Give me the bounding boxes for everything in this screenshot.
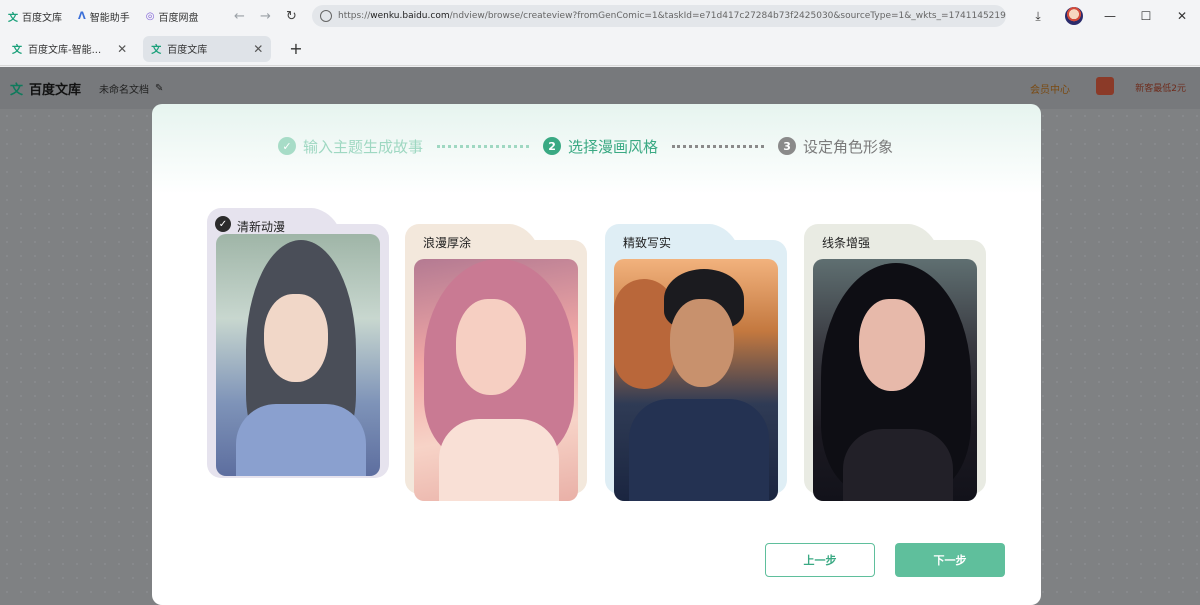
browser-toolbar: 文 百度文库 ᐱ 智能助手 ◎ 百度网盘 ← → ↻ https://wenku… <box>0 0 1200 32</box>
previous-step-button[interactable]: 上一步 <box>765 543 875 577</box>
assistant-icon: ᐱ <box>78 10 86 22</box>
promo-label[interactable]: 新客最低2元 <box>1135 81 1186 94</box>
style-card-line-enhanced[interactable]: 线条增强 <box>804 224 986 501</box>
step-label: 输入主题生成故事 <box>303 137 424 156</box>
edit-pencil-icon[interactable]: ✎ <box>155 83 163 94</box>
back-arrow-icon[interactable]: ← <box>226 9 252 24</box>
bookmark-wenku[interactable]: 文 百度文库 <box>0 0 70 32</box>
style-preview-image <box>414 259 578 501</box>
style-preview-image <box>813 259 977 501</box>
close-window-icon[interactable]: ✕ <box>1164 9 1200 23</box>
address-bar[interactable]: https://wenku.baidu.com/ndview/browse/cr… <box>312 5 1006 27</box>
netdisk-icon: ◎ <box>145 10 155 22</box>
forward-arrow-icon[interactable]: → <box>252 9 278 24</box>
check-circle-icon: ✓ <box>278 137 296 155</box>
tab-strip: 文 百度文库-智能... ✕ 文 百度文库 ✕ + <box>0 32 1200 66</box>
bookmark-assistant[interactable]: ᐱ 智能助手 <box>70 0 138 32</box>
step-number: 3 <box>778 137 797 155</box>
wenku-logo[interactable]: 文 百度文库 <box>10 79 81 98</box>
step-style: 2 选择漫画风格 <box>543 136 658 157</box>
tab-wenku-assistant[interactable]: 文 百度文库-智能... ✕ <box>4 36 135 62</box>
bookmark-label: 智能助手 <box>89 12 130 24</box>
comic-style-dialog: ✓ 输入主题生成故事 2 选择漫画风格 3 设定角色形象 ✓ 清新动漫 浪漫厚涂 <box>152 104 1041 605</box>
minimize-icon[interactable]: — <box>1092 9 1128 23</box>
tab-title: 百度文库-智能... <box>28 45 102 56</box>
wenku-favicon-icon: 文 <box>151 45 162 56</box>
close-tab-icon[interactable]: ✕ <box>117 42 127 56</box>
url-host: wenku.baidu.com <box>370 11 450 21</box>
step-label: 设定角色形象 <box>803 137 894 156</box>
style-card-romantic-paint[interactable]: 浪漫厚涂 <box>405 224 587 501</box>
wenku-icon: 文 <box>8 12 18 24</box>
tab-wenku[interactable]: 文 百度文库 ✕ <box>143 35 272 62</box>
style-label: 浪漫厚涂 <box>423 236 472 250</box>
style-label: 精致写实 <box>623 236 672 250</box>
style-card-fresh-anime[interactable]: ✓ 清新动漫 <box>207 208 389 478</box>
close-tab-icon[interactable]: ✕ <box>253 42 263 56</box>
maximize-icon[interactable]: ☐ <box>1128 9 1164 23</box>
gift-icon[interactable] <box>1096 77 1114 95</box>
wenku-favicon-icon: 文 <box>12 45 22 56</box>
url-prefix: https:// <box>338 11 371 21</box>
selected-check-icon: ✓ <box>215 216 231 232</box>
refresh-icon[interactable]: ↻ <box>278 9 304 24</box>
tab-title: 百度文库 <box>167 45 208 56</box>
next-step-button[interactable]: 下一步 <box>895 543 1005 577</box>
new-tab-plus-icon[interactable]: + <box>279 39 312 58</box>
step-label: 选择漫画风格 <box>568 137 659 156</box>
style-card-realistic[interactable]: 精致写实 <box>605 224 787 501</box>
bookmark-netdisk[interactable]: ◎ 百度网盘 <box>138 0 207 32</box>
step-number: 2 <box>543 137 562 155</box>
profile-avatar[interactable] <box>1065 7 1083 25</box>
wizard-steps: ✓ 输入主题生成故事 2 选择漫画风格 3 设定角色形象 <box>278 134 893 158</box>
step-story: ✓ 输入主题生成故事 <box>278 136 423 157</box>
vip-center-link[interactable]: 会员中心 <box>1030 81 1070 96</box>
style-label: 清新动漫 <box>237 220 286 234</box>
document-title[interactable]: 未命名文档 <box>99 81 149 96</box>
search-icon <box>320 10 332 22</box>
style-label: 线条增强 <box>822 236 871 250</box>
style-preview-image <box>614 259 778 501</box>
logo-text: 百度文库 <box>29 82 82 98</box>
app-header: 文 百度文库 未命名文档 ✎ 会员中心 新客最低2元 <box>0 67 1200 109</box>
step-connector <box>437 144 530 148</box>
download-icon[interactable]: ⤓ <box>1020 9 1056 24</box>
bookmark-label: 百度文库 <box>22 12 62 24</box>
wenku-logo-icon: 文 <box>10 82 24 98</box>
step-connector <box>672 144 765 148</box>
bookmark-label: 百度网盘 <box>158 12 199 24</box>
step-character: 3 设定角色形象 <box>778 136 893 157</box>
style-preview-image <box>216 234 380 476</box>
url-path: /ndview/browse/createview?fromGenComic=1… <box>449 11 1006 21</box>
